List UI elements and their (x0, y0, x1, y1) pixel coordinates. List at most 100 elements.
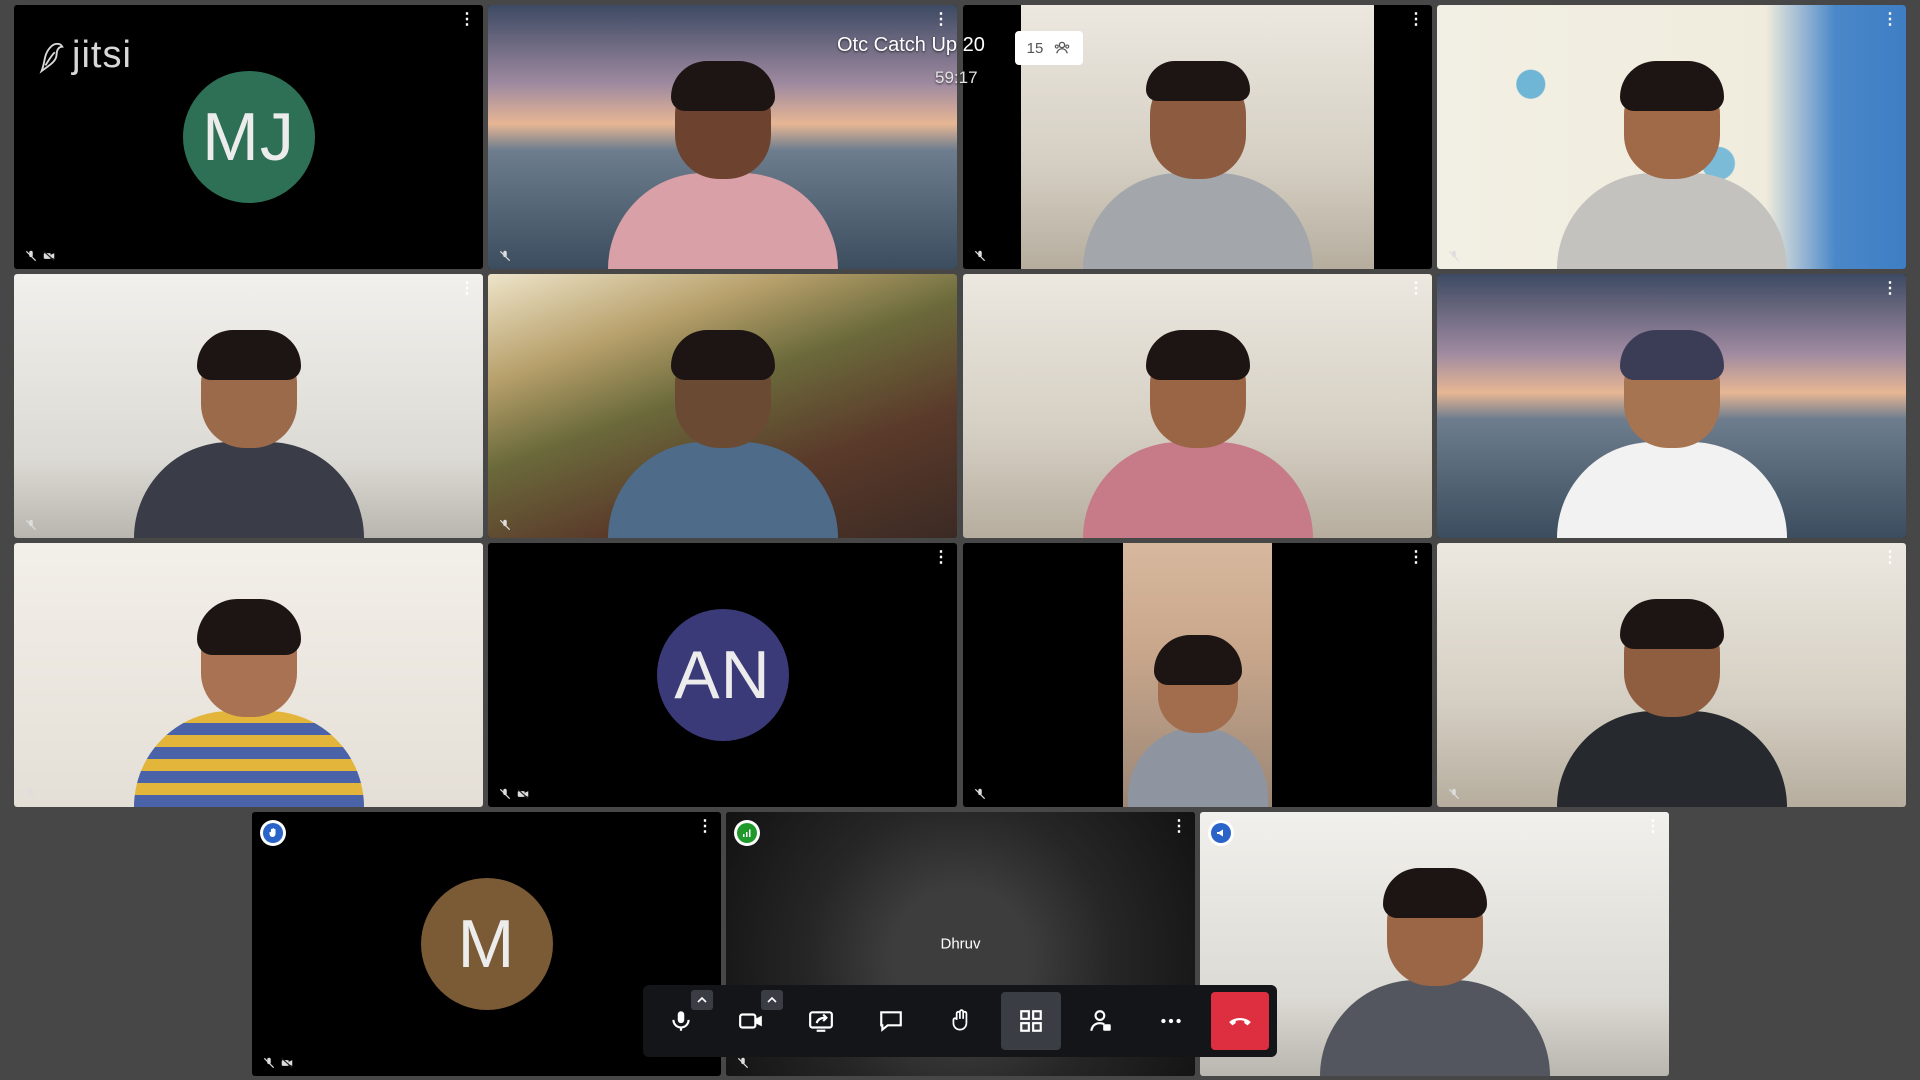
mic-muted-icon (25, 788, 37, 800)
chevron-up-icon (767, 996, 777, 1003)
tile-menu-icon[interactable]: ⋮ (697, 818, 713, 836)
megaphone-icon (1217, 829, 1223, 837)
status-icons (973, 787, 987, 801)
chevron-up-icon (697, 996, 707, 1003)
chat-icon (880, 1011, 902, 1032)
mic-muted-icon (263, 1057, 275, 1069)
participant-tile-9[interactable] (14, 543, 483, 807)
participant-tile-5[interactable]: ⋮ (14, 274, 483, 538)
microphone-button[interactable] (651, 990, 713, 1050)
tile-menu-icon[interactable]: ⋮ (1882, 280, 1898, 298)
tile-menu-icon[interactable]: ⋮ (1408, 11, 1424, 29)
status-icons (262, 1056, 294, 1070)
participant-figure (607, 330, 838, 538)
tile-view-icon (1020, 1010, 1042, 1032)
participant-figure (1127, 635, 1268, 807)
camera-icon (739, 1013, 762, 1029)
mic-muted-icon (1448, 788, 1460, 800)
participant-count: 15 (1026, 39, 1044, 57)
mic-muted-icon (499, 519, 511, 531)
participants-icon (1055, 41, 1070, 54)
avatar-m: M (420, 878, 553, 1010)
participant-tile-7[interactable]: ⋮ (963, 274, 1432, 538)
status-icons (498, 249, 512, 263)
mic-muted-icon (499, 250, 511, 262)
participant-tile-4[interactable]: ⋮ (1437, 5, 1906, 269)
participant-figure (1556, 599, 1787, 807)
status-icons (498, 518, 512, 532)
raise-hand-icon (952, 1009, 968, 1031)
audio-settings-caret[interactable] (691, 990, 713, 1010)
camera-off-icon (281, 1057, 293, 1069)
participants-button[interactable] (1071, 992, 1131, 1050)
status-icons (1447, 249, 1461, 263)
mic-muted-icon (974, 250, 986, 262)
status-icons (973, 249, 987, 263)
status-icons (24, 249, 56, 263)
participant-tile-an[interactable]: AN ⋮ (488, 543, 957, 807)
participant-figure (133, 599, 364, 807)
status-icons (736, 1056, 750, 1070)
meeting-timer: 59:17 (935, 68, 978, 87)
status-icons (24, 787, 38, 801)
tile-menu-icon[interactable]: ⋮ (1408, 549, 1424, 567)
chat-button[interactable] (861, 992, 921, 1050)
tile-menu-icon[interactable]: ⋮ (1882, 11, 1898, 29)
tile-menu-icon[interactable]: ⋮ (1645, 818, 1661, 836)
signal-bars-icon (743, 829, 751, 837)
share-screen-icon (809, 1011, 833, 1032)
participant-figure (1082, 61, 1313, 269)
jitsi-bird-icon (39, 42, 64, 74)
tile-menu-icon[interactable]: ⋮ (1408, 280, 1424, 298)
hangup-icon (1229, 1018, 1251, 1026)
video-settings-caret[interactable] (761, 990, 783, 1010)
participant-figure (1556, 330, 1787, 538)
mic-muted-icon (1448, 250, 1460, 262)
participant-figure (607, 61, 838, 269)
mic-muted-icon (25, 250, 37, 262)
tile-menu-icon[interactable]: ⋮ (1171, 818, 1187, 836)
raised-hand-indicator (260, 820, 286, 846)
mic-muted-icon (974, 788, 986, 800)
add-participant-icon (1090, 1010, 1111, 1032)
tile-menu-icon[interactable]: ⋮ (459, 11, 475, 29)
dominant-speaker-indicator (1208, 820, 1234, 846)
tile-view-button[interactable] (1001, 992, 1061, 1050)
raised-hand-icon (269, 828, 276, 837)
mic-muted-icon (499, 788, 511, 800)
participant-tile-12[interactable]: ⋮ (1437, 543, 1906, 807)
share-screen-button[interactable] (791, 992, 851, 1050)
jitsi-logo: jitsi (36, 34, 132, 77)
tile-menu-icon[interactable]: ⋮ (933, 11, 949, 29)
participant-figure (133, 330, 364, 538)
participant-tile-8[interactable]: ⋮ (1437, 274, 1906, 538)
participant-count-badge[interactable]: 15 (1015, 31, 1083, 65)
participant-tile-11[interactable]: ⋮ (963, 543, 1432, 807)
tile-menu-icon[interactable]: ⋮ (933, 549, 949, 567)
participant-tile-6[interactable] (488, 274, 957, 538)
status-icons (1447, 787, 1461, 801)
logo-text: jitsi (72, 34, 132, 76)
status-icons (498, 787, 530, 801)
participant-figure (1082, 330, 1313, 538)
meeting-title: Otc Catch Up 20 (837, 34, 985, 56)
camera-off-icon (517, 788, 529, 800)
participant-name: Dhruv (940, 935, 981, 953)
raise-hand-button[interactable] (931, 992, 991, 1050)
avatar-an: AN (656, 609, 789, 741)
tile-menu-icon[interactable]: ⋮ (459, 280, 475, 298)
avatar-mj: MJ (182, 71, 315, 203)
status-icons (24, 518, 38, 532)
leave-meeting-button[interactable] (1211, 992, 1269, 1050)
tile-menu-icon[interactable]: ⋮ (1882, 549, 1898, 567)
more-icon (1161, 1018, 1181, 1024)
microphone-icon (672, 1011, 690, 1031)
participant-figure (1556, 61, 1787, 269)
camera-off-icon (43, 250, 55, 262)
camera-button[interactable] (721, 990, 783, 1050)
meeting-toolbar (643, 985, 1277, 1057)
mic-muted-icon (737, 1057, 749, 1069)
more-actions-button[interactable] (1141, 992, 1201, 1050)
connection-indicator (734, 820, 760, 846)
participant-figure (1319, 868, 1550, 1076)
